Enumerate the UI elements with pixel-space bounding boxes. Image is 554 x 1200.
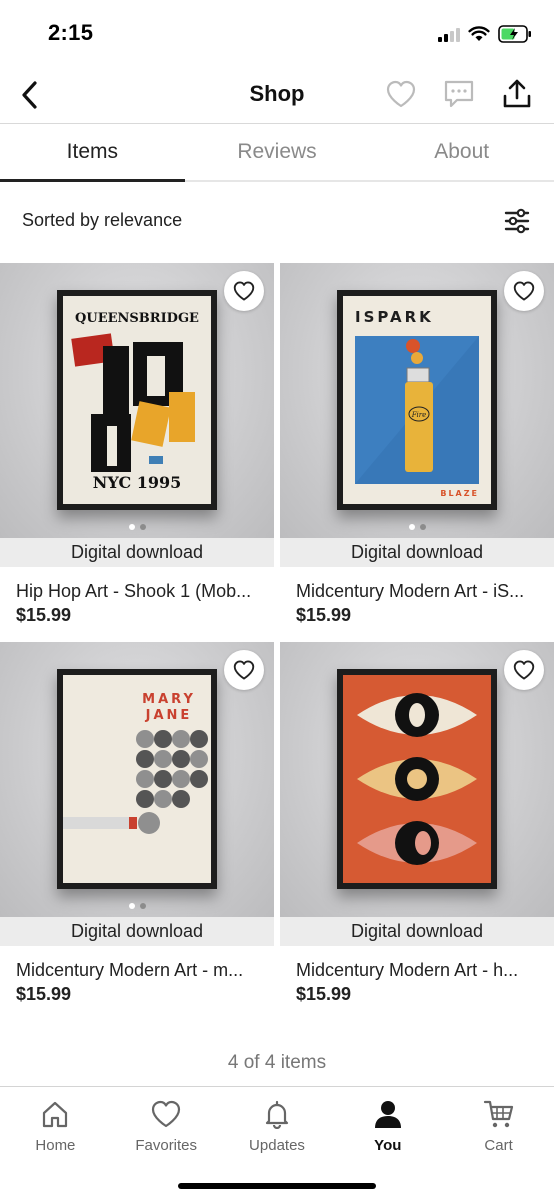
favorite-button[interactable]: [224, 650, 264, 690]
favorite-button[interactable]: [504, 650, 544, 690]
back-button[interactable]: [12, 76, 46, 114]
status-time: 2:15: [48, 20, 94, 45]
image-pager-dots: [280, 524, 554, 530]
message-icon: [444, 80, 474, 108]
listing-price: $15.99: [16, 605, 72, 625]
tab-items[interactable]: Items: [0, 125, 185, 182]
hiphop-poster-image: QUEENSBRIDGE NYC 1995: [63, 296, 211, 504]
chevron-left-icon: [22, 81, 37, 109]
nav-label: Cart: [484, 1137, 513, 1154]
home-indicator[interactable]: [178, 1183, 376, 1189]
share-button[interactable]: [500, 76, 534, 112]
listing-title[interactable]: Hip Hop Art - Shook 1 (Mob...: [16, 581, 260, 602]
header-actions: [384, 76, 534, 112]
poster-bottom-text: BLAZE: [440, 489, 479, 498]
listing-image[interactable]: QUEENSBRIDGE NYC 1995: [0, 263, 274, 538]
message-shop-button[interactable]: [442, 76, 476, 112]
status-icons: [438, 22, 532, 46]
nav-label: Home: [35, 1137, 76, 1154]
home-icon: [38, 1097, 72, 1131]
nav-updates[interactable]: Updates: [222, 1087, 333, 1163]
listing-card[interactable]: ISPARK Fire BLAZE Digital download Midce…: [280, 263, 554, 642]
poster-frame: MARY JANE: [57, 669, 217, 889]
nav-label: You: [374, 1137, 402, 1154]
filter-sliders-icon: [504, 208, 530, 234]
nav-you[interactable]: You: [332, 1087, 443, 1163]
filter-button[interactable]: [502, 206, 532, 236]
wifi-icon: [468, 26, 490, 41]
tab-reviews[interactable]: Reviews: [185, 125, 370, 180]
cellular-signal-icon: [438, 26, 460, 42]
poster-line2: JANE: [145, 708, 193, 723]
listing-price: $15.99: [16, 984, 72, 1004]
nav-cart[interactable]: Cart: [443, 1087, 554, 1163]
listing-price: $15.99: [296, 605, 352, 625]
shop-header: Shop: [0, 66, 554, 124]
listing-card[interactable]: MARY JANE Digital download Midcentury Mo…: [0, 642, 274, 1021]
ispark-poster-image: ISPARK Fire BLAZE: [343, 296, 491, 504]
digital-download-badge: Digital download: [280, 538, 554, 567]
sort-row: Sorted by relevance: [0, 184, 554, 260]
listing-price: $15.99: [296, 984, 352, 1004]
bell-icon: [260, 1097, 294, 1131]
heart-icon: [233, 281, 255, 301]
nav-favorites[interactable]: Favorites: [111, 1087, 222, 1163]
poster-frame: ISPARK Fire BLAZE: [337, 290, 497, 510]
eyes-poster-image: [343, 675, 491, 883]
favorite-button[interactable]: [224, 271, 264, 311]
listing-title[interactable]: Midcentury Modern Art - iS...: [296, 581, 540, 602]
image-pager-dots: [0, 524, 274, 530]
image-pager-dots: [0, 903, 274, 909]
person-icon: [371, 1097, 405, 1131]
sort-label[interactable]: Sorted by relevance: [22, 210, 182, 231]
listing-title[interactable]: Midcentury Modern Art - h...: [296, 960, 540, 981]
poster-frame: [337, 669, 497, 889]
favorite-button[interactable]: [504, 271, 544, 311]
poster-top-text: QUEENSBRIDGE: [75, 311, 199, 326]
heart-icon: [149, 1097, 183, 1131]
battery-icon: [498, 25, 531, 43]
listing-card[interactable]: Digital download Midcentury Modern Art -…: [280, 642, 554, 1021]
listing-card[interactable]: QUEENSBRIDGE NYC 1995 Digital download H…: [0, 263, 274, 642]
digital-download-badge: Digital download: [0, 917, 274, 946]
heart-icon: [513, 281, 535, 301]
listing-image[interactable]: MARY JANE: [0, 642, 274, 917]
cart-icon: [482, 1097, 516, 1131]
favorite-shop-button[interactable]: [384, 76, 418, 112]
nav-label: Favorites: [135, 1137, 198, 1154]
maryjane-poster-image: MARY JANE: [63, 675, 211, 883]
digital-download-badge: Digital download: [0, 538, 274, 567]
heart-icon: [233, 660, 255, 680]
heart-icon: [386, 80, 416, 108]
nav-home[interactable]: Home: [0, 1087, 111, 1163]
tab-about[interactable]: About: [369, 125, 554, 180]
nav-label: Updates: [249, 1137, 305, 1154]
listing-title[interactable]: Midcentury Modern Art - m...: [16, 960, 260, 981]
poster-bottom-text: NYC 1995: [93, 473, 182, 492]
digital-download-badge: Digital download: [280, 917, 554, 946]
lighter-label: Fire: [411, 411, 427, 419]
share-icon: [503, 79, 531, 108]
poster-line1: MARY: [142, 692, 196, 707]
poster-top-text: ISPARK: [355, 308, 434, 326]
status-bar: 2:15: [0, 0, 554, 66]
listing-image[interactable]: [280, 642, 554, 917]
shop-tabs: Items Reviews About: [0, 125, 554, 182]
poster-frame: QUEENSBRIDGE NYC 1995: [57, 290, 217, 510]
bottom-tab-bar: Home Favorites Updates You Cart: [0, 1086, 554, 1200]
heart-icon: [513, 660, 535, 680]
listings-grid: QUEENSBRIDGE NYC 1995 Digital download H…: [0, 263, 554, 1021]
items-count: 4 of 4 items: [227, 1052, 327, 1073]
listing-image[interactable]: ISPARK Fire BLAZE: [280, 263, 554, 538]
